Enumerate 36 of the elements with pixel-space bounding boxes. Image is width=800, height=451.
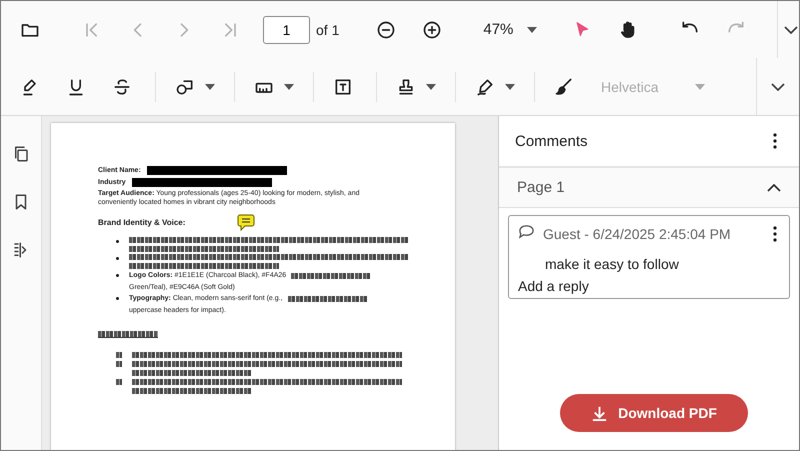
illegible-heading-drawing xyxy=(98,331,158,338)
pages-icon xyxy=(12,145,30,163)
comment-annotation-icon[interactable] xyxy=(237,213,256,231)
comment-text: make it easy to follow xyxy=(545,256,680,272)
caret-icon xyxy=(527,26,538,32)
download-icon xyxy=(591,404,608,422)
caret-icon xyxy=(284,84,294,90)
zoom-out-icon xyxy=(376,20,396,40)
section-heading: Brand Identity & Voice: xyxy=(98,218,186,226)
more-vertical-icon xyxy=(773,226,777,242)
page-number-field[interactable]: 1 xyxy=(263,16,310,44)
illegible-number-drawing xyxy=(116,379,122,385)
more-vertical-icon xyxy=(773,133,777,149)
page-section-header[interactable]: Page 1 xyxy=(499,168,799,208)
more-tools-button[interactable] xyxy=(777,1,800,58)
page-count-label: of 1 xyxy=(316,22,340,38)
zoom-dropdown[interactable]: 47% xyxy=(475,21,546,38)
caret-icon xyxy=(505,84,515,90)
bullet-dot xyxy=(116,274,119,277)
bullet-dot xyxy=(116,240,119,243)
caret-icon xyxy=(694,84,705,90)
download-pdf-button[interactable]: Download PDF xyxy=(560,394,748,432)
panel-title: Comments xyxy=(515,132,588,150)
text-box-icon xyxy=(333,76,353,96)
signature-icon xyxy=(475,76,495,96)
caret-icon xyxy=(426,84,436,90)
brush-icon xyxy=(554,76,574,96)
chevron-down-icon xyxy=(784,26,798,34)
caret-icon xyxy=(205,84,215,90)
chevron-icon xyxy=(767,184,781,192)
comment-author-time: Guest - 6/24/2025 2:45:04 PM xyxy=(543,226,732,242)
bullet-dot xyxy=(116,297,119,300)
chevron-down-icon xyxy=(771,82,785,90)
strikethrough-icon xyxy=(112,76,132,96)
bullet-dot xyxy=(116,257,119,260)
zoom-in-icon xyxy=(422,20,442,40)
